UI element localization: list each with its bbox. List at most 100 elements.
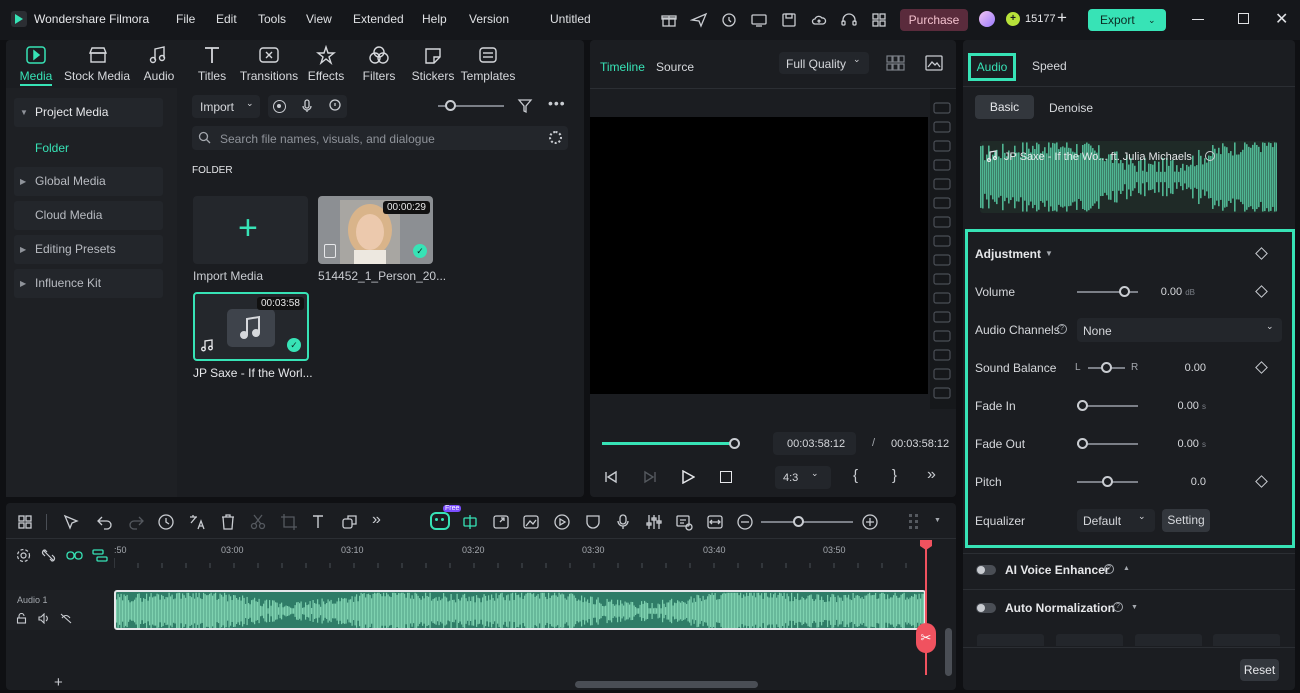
tab-stock-media[interactable]: Stock Media	[62, 69, 132, 83]
grid-view-icon[interactable]	[886, 55, 906, 71]
current-time-box[interactable]: 00:03:58:12	[773, 432, 856, 455]
link-icon[interactable]	[66, 548, 83, 563]
layout-icon[interactable]	[17, 514, 33, 530]
add-track-icon[interactable]: +	[54, 674, 63, 691]
caret-down-icon[interactable]: ▼	[1045, 249, 1053, 258]
more-tools-icon[interactable]: »	[372, 511, 381, 529]
gift-icon[interactable]	[660, 11, 678, 29]
sidebar-item-global-media[interactable]: ▶ Global Media	[14, 167, 163, 196]
sidebar-item-cloud-media[interactable]: Cloud Media	[14, 201, 163, 230]
voiceover-mic-icon[interactable]	[614, 513, 632, 531]
subtitle-icon[interactable]	[675, 513, 693, 531]
export-frame-icon[interactable]	[492, 513, 510, 531]
balance-knob[interactable]	[1101, 362, 1112, 373]
auto-sync-icon[interactable]	[461, 513, 479, 531]
preset-chip[interactable]	[1056, 634, 1123, 646]
auto-normalization-toggle[interactable]	[976, 603, 996, 613]
tab-timeline[interactable]: Timeline	[600, 60, 645, 74]
adjustment-heading[interactable]: Adjustment	[975, 247, 1041, 261]
zoom-slider[interactable]	[761, 521, 853, 523]
help-icon[interactable]: ?	[1104, 564, 1114, 574]
import-button[interactable]: Import ⌄	[192, 95, 260, 118]
tab-media[interactable]: Media	[1, 69, 71, 83]
close-icon[interactable]: ✕	[1275, 9, 1288, 29]
mask-icon[interactable]	[584, 513, 602, 531]
unlink-icon[interactable]	[41, 548, 56, 563]
caret-down-icon[interactable]: ▼	[934, 517, 941, 524]
filter-icon[interactable]	[517, 98, 533, 114]
tab-audio-props[interactable]: Audio	[968, 53, 1016, 81]
effects-tab-icon[interactable]	[315, 45, 337, 65]
more-icon[interactable]: •••	[548, 95, 566, 111]
pitch-knob[interactable]	[1102, 476, 1113, 487]
track-layout-icon[interactable]	[907, 513, 923, 531]
equalizer-select[interactable]: Default ⌄	[1077, 509, 1155, 532]
help-icon[interactable]: ?	[1057, 324, 1067, 334]
tab-speed[interactable]: Speed	[1032, 59, 1067, 73]
caret-down-icon[interactable]: ▼	[1131, 604, 1138, 611]
tab-source[interactable]: Source	[656, 60, 694, 74]
caret-up-icon[interactable]: ▲	[1123, 565, 1130, 572]
speed-ramp-icon[interactable]	[157, 513, 175, 531]
more-controls-icon[interactable]: »	[927, 466, 936, 484]
sidebar-item-folder[interactable]: Folder	[35, 141, 69, 155]
zoom-in-icon[interactable]	[861, 513, 879, 531]
purchase-button[interactable]: Purchase	[900, 9, 968, 31]
previous-frame-icon[interactable]	[604, 470, 618, 484]
lock-icon[interactable]	[16, 613, 27, 624]
subtab-basic[interactable]: Basic	[975, 95, 1034, 119]
monitor-icon[interactable]	[750, 11, 768, 29]
save-icon[interactable]	[780, 11, 798, 29]
chevron-down-icon[interactable]: ⌄	[1148, 9, 1156, 31]
menu-edit[interactable]: Edit	[216, 12, 237, 26]
next-frame-icon[interactable]	[643, 470, 657, 484]
sidebar-item-editing-presets[interactable]: ▶ Editing Presets	[14, 235, 163, 264]
snap-icon[interactable]	[92, 548, 108, 563]
microphone-icon[interactable]	[300, 99, 314, 113]
restore-icon[interactable]	[1238, 13, 1249, 24]
export-button[interactable]: Export ⌄	[1088, 9, 1166, 31]
apps-grid-icon[interactable]	[870, 11, 888, 29]
tab-templates[interactable]: Templates	[453, 69, 523, 83]
shape-icon[interactable]	[341, 513, 359, 531]
voiceover-icon[interactable]	[328, 99, 342, 113]
snapshot-icon[interactable]	[925, 55, 943, 71]
help-icon[interactable]: ?	[1113, 602, 1123, 612]
headset-icon[interactable]	[840, 11, 858, 29]
subtab-denoise[interactable]: Denoise	[1049, 101, 1093, 115]
image-edit-icon[interactable]	[522, 513, 540, 531]
preset-chip[interactable]	[1213, 634, 1280, 646]
stock-media-icon[interactable]	[87, 45, 109, 65]
cloud-upload-icon[interactable]	[810, 11, 828, 29]
ai-copilot-icon[interactable]	[430, 512, 450, 530]
add-credits-icon[interactable]: +	[1057, 8, 1067, 28]
titles-tab-icon[interactable]	[201, 45, 223, 65]
crop-icon[interactable]	[280, 513, 298, 531]
quality-select[interactable]: Full Quality ⌄	[779, 52, 869, 74]
mark-out-icon[interactable]: }	[892, 467, 897, 484]
send-icon[interactable]	[690, 11, 708, 29]
settings-gear-icon[interactable]	[16, 548, 31, 563]
aspect-ratio-select[interactable]: 4:3 ⌄	[775, 466, 831, 489]
mark-in-icon[interactable]: {	[853, 467, 858, 484]
audio-mixer-icon[interactable]	[645, 513, 663, 531]
voice-enhancer-toggle[interactable]	[976, 565, 996, 575]
audio-channels-select[interactable]: None ⌄	[1077, 318, 1282, 342]
volume-knob[interactable]	[1119, 286, 1130, 297]
equalizer-setting-button[interactable]: Setting	[1162, 509, 1210, 532]
fade-out-knob[interactable]	[1077, 438, 1088, 449]
preset-chip[interactable]	[977, 634, 1044, 646]
sidebar-item-influence-kit[interactable]: ▶ Influence Kit	[14, 269, 163, 298]
avatar[interactable]	[979, 11, 995, 27]
audio-clip[interactable]	[114, 590, 926, 630]
menu-version[interactable]: Version	[469, 12, 509, 26]
hide-track-icon[interactable]	[60, 613, 72, 624]
scissors-icon[interactable]	[249, 513, 267, 531]
text-tool-icon[interactable]	[310, 513, 328, 531]
search-input[interactable]: Search file names, visuals, and dialogue	[192, 126, 568, 150]
preset-chip[interactable]	[1135, 634, 1202, 646]
play-icon[interactable]	[681, 470, 695, 484]
redo-icon[interactable]	[127, 513, 145, 531]
sidebar-item-project-media[interactable]: ▼ Project Media	[14, 98, 163, 127]
stop-icon[interactable]	[720, 471, 732, 483]
